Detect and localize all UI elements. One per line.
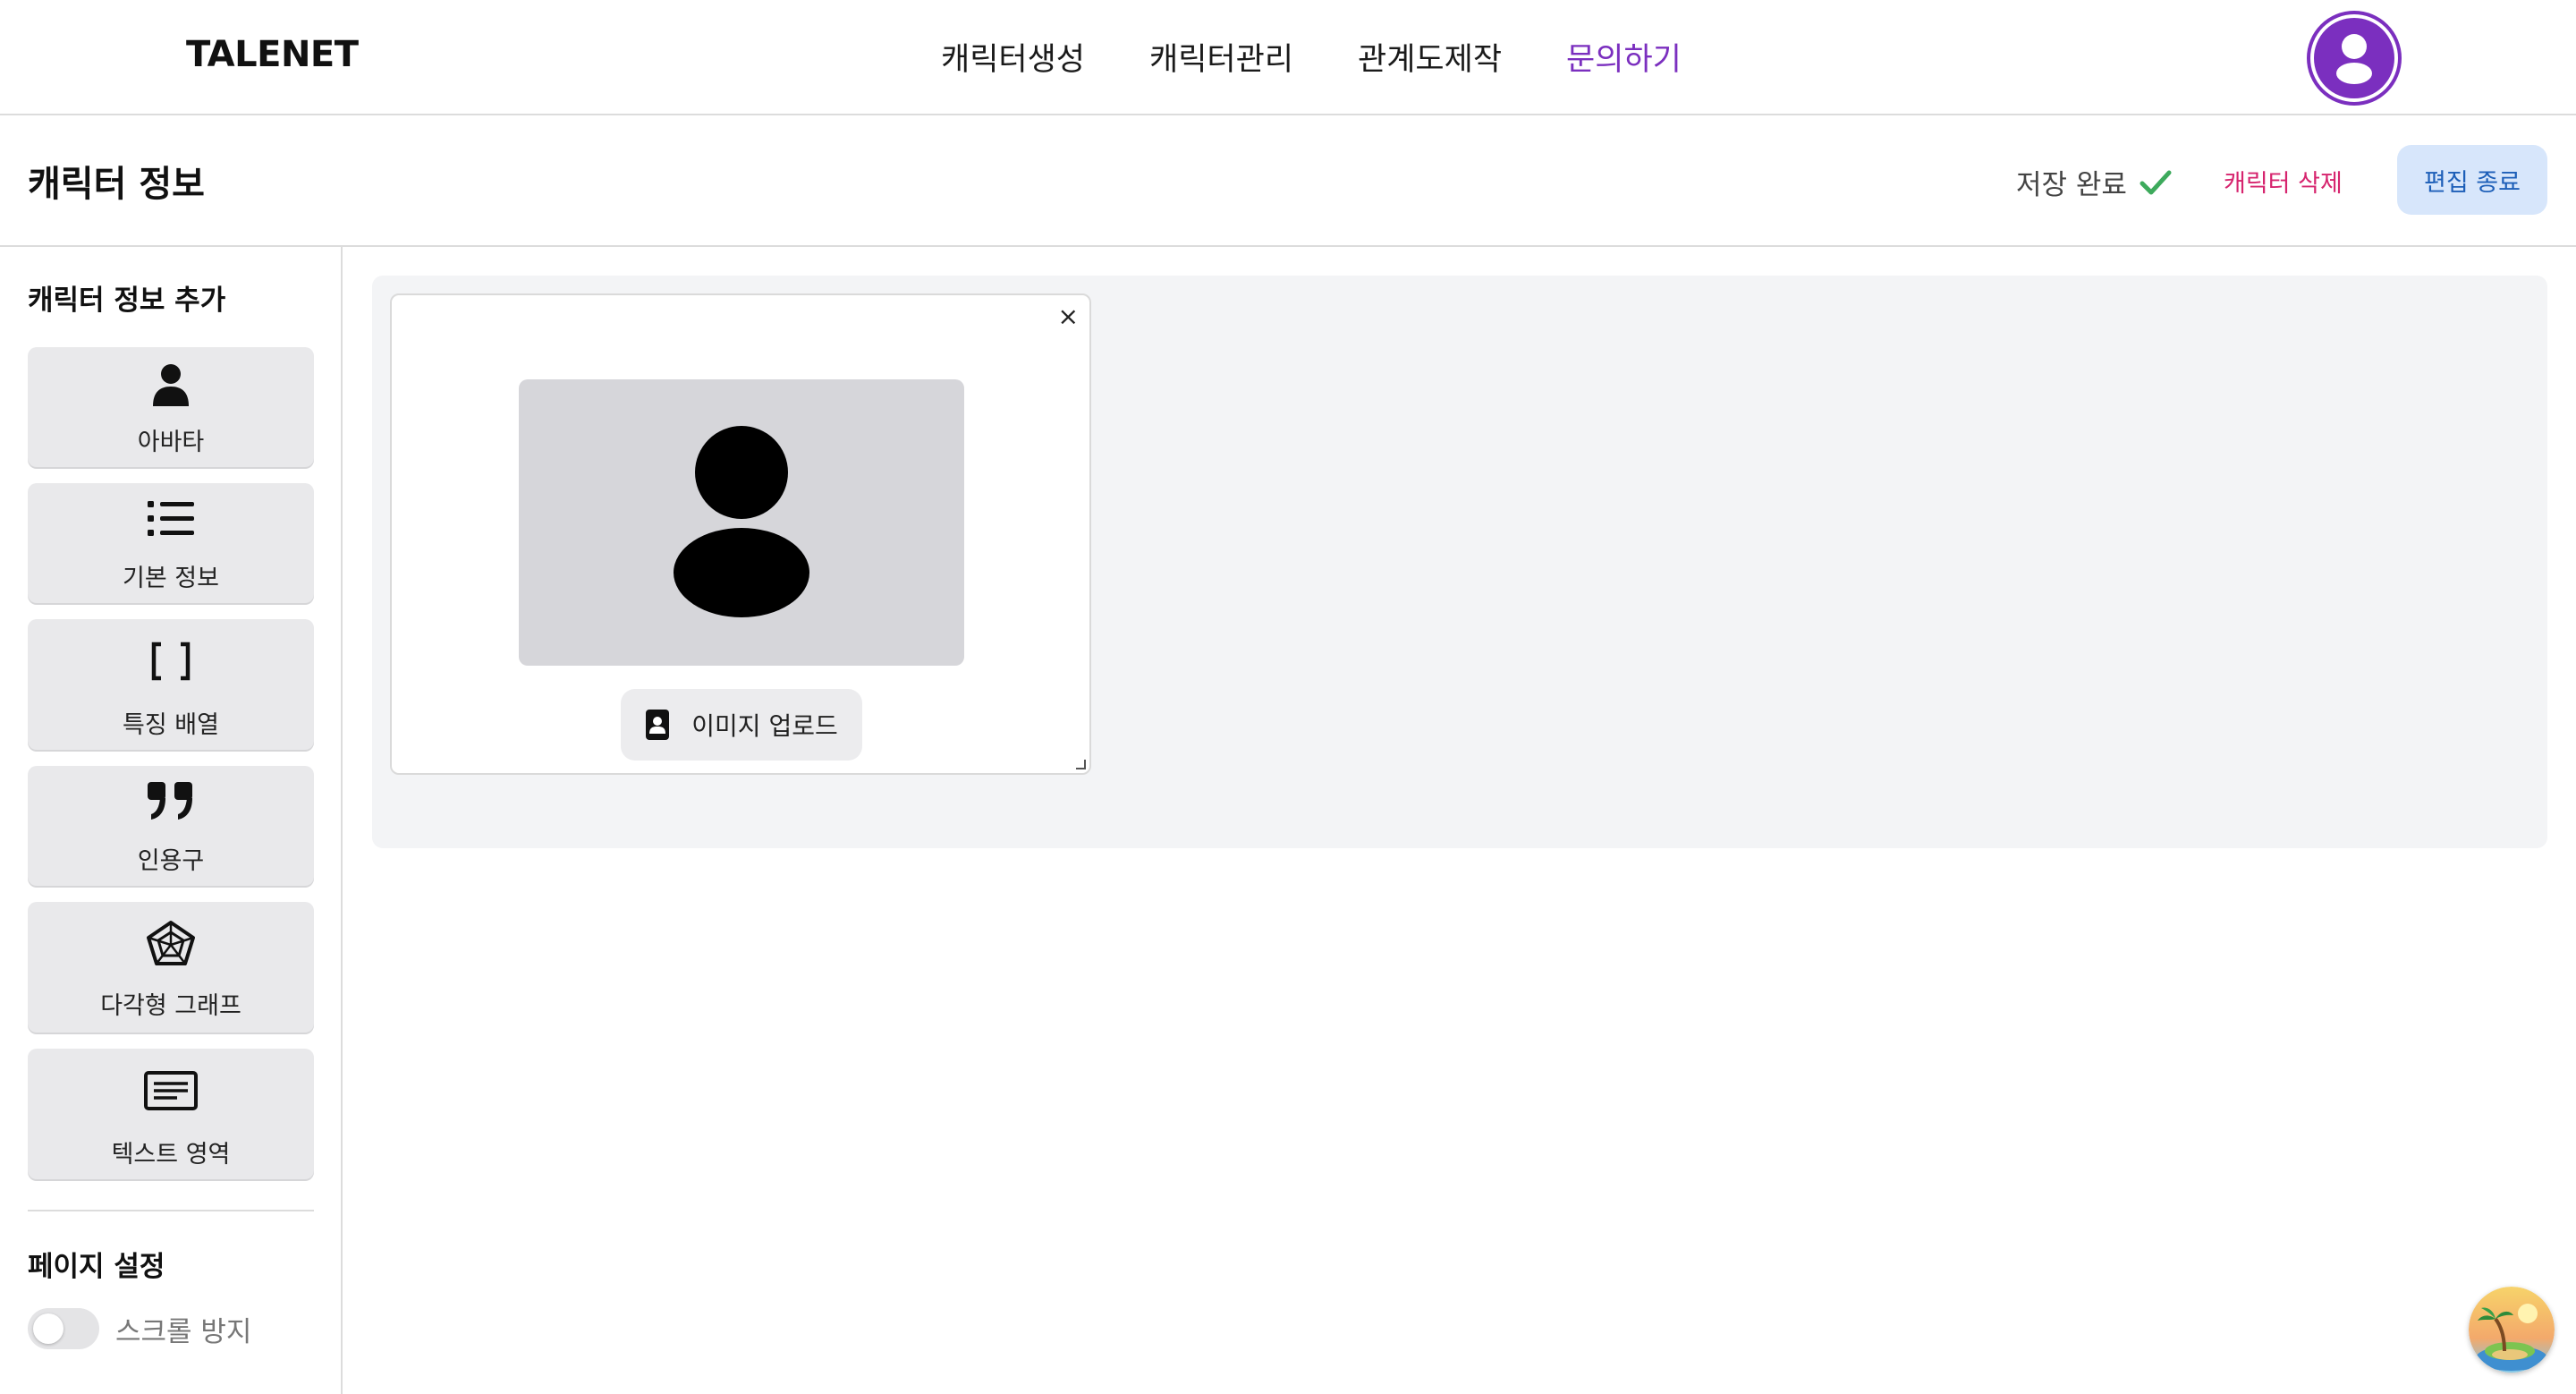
tool-label: 아바타 [137,429,205,456]
floating-island-widget-button[interactable] [2469,1287,2555,1373]
end-edit-button[interactable]: 편집 종료 [2397,145,2547,215]
tool-feature-array-button[interactable]: 특징 배열 [28,619,314,750]
user-icon [2336,34,2372,84]
list-icon [148,501,194,536]
scroll-lock-toggle[interactable] [28,1308,99,1349]
save-status-text: 저장 완료 [2016,169,2127,201]
contact-card-icon [646,710,670,740]
close-icon[interactable]: × [1058,304,1079,329]
tool-basic-info-button[interactable]: 기본 정보 [28,483,314,603]
pentagon-graph-icon [147,921,195,965]
sidebar-divider [28,1210,314,1211]
user-icon [153,364,189,406]
page-title: 캐릭터 정보 [28,164,205,205]
image-upload-button[interactable]: 이미지 업로드 [621,689,862,761]
add-info-heading: 캐릭터 정보 추가 [28,285,226,317]
toggle-knob [33,1313,64,1344]
sidebar: 캐릭터 정보 추가 아바타 기본 정보 특징 배열 인용구 다각형 그래프 텍스… [0,247,343,1394]
tool-label: 텍스트 영역 [111,1141,231,1169]
avatar-image-placeholder [519,379,964,666]
image-upload-label: 이미지 업로드 [691,711,838,741]
tool-quote-button[interactable]: 인용구 [28,766,314,886]
tool-label: 기본 정보 [123,565,219,592]
quote-icon [148,782,192,820]
nav-item-inquiry[interactable]: 문의하기 [1566,34,1682,80]
tool-avatar-button[interactable]: 아바타 [28,347,314,467]
nav-item-relationship[interactable]: 관계도제작 [1358,34,1502,80]
tool-text-area-button[interactable]: 텍스트 영역 [28,1049,314,1179]
tool-label: 특징 배열 [123,711,219,739]
user-silhouette-icon [674,426,809,617]
tool-label: 인용구 [137,847,205,875]
profile-avatar-button[interactable] [2310,14,2398,102]
page-header: 캐릭터 정보 저장 완료 캐릭터 삭제 편집 종료 [0,115,2576,247]
scroll-lock-setting: 스크롤 방지 [28,1308,251,1349]
nav-item-character-create[interactable]: 캐릭터생성 [941,34,1085,80]
nav-item-character-manage[interactable]: 캐릭터관리 [1149,34,1293,80]
tool-label: 다각형 그래프 [100,992,242,1020]
resize-handle-icon[interactable] [1075,759,1086,769]
delete-character-button[interactable]: 캐릭터 삭제 [2224,164,2343,199]
page-settings-heading: 페이지 설정 [28,1251,165,1283]
logo[interactable]: TALENET [186,34,359,75]
island-icon [2469,1287,2555,1373]
avatar-card[interactable]: × 이미지 업로드 [390,293,1091,775]
text-area-icon [144,1071,198,1110]
scroll-lock-label: 스크롤 방지 [115,1315,252,1348]
top-navigation: TALENET 캐릭터생성 캐릭터관리 관계도제작 문의하기 [0,0,2576,115]
check-icon [2140,170,2172,194]
brackets-icon [151,642,191,681]
main-nav: 캐릭터생성 캐릭터관리 관계도제작 문의하기 [941,34,1682,80]
tool-polygon-graph-button[interactable]: 다각형 그래프 [28,902,314,1033]
save-status: 저장 완료 [2016,162,2172,202]
edit-canvas: × 이미지 업로드 [372,276,2547,848]
